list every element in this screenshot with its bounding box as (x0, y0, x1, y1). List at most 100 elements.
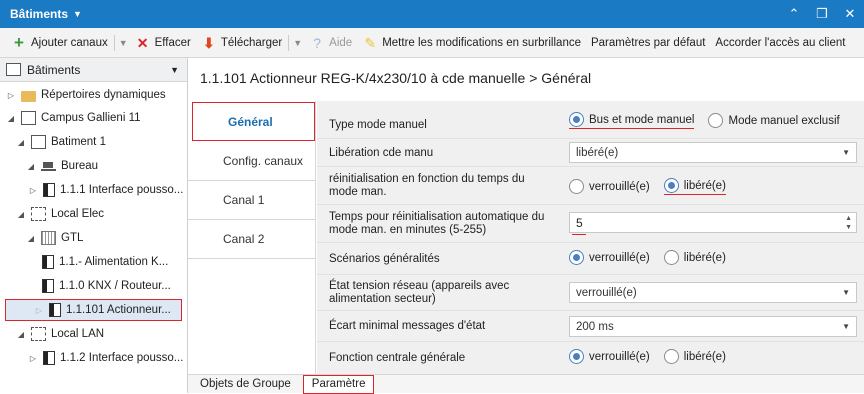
tab-label: Canal 2 (223, 232, 265, 246)
page-title: 1.1.101 Actionneur REG-K/4x230/10 à cde … (200, 70, 592, 86)
radio-selected-icon (663, 178, 679, 193)
close-icon[interactable]: ✕ (836, 0, 864, 28)
toolbar: + Ajouter canaux ▼ ✕ Effacer ⬇ Télécharg… (0, 28, 864, 58)
delete-button[interactable]: ✕ Effacer (130, 31, 196, 55)
param-row-centrale: Fonction centrale générale verrouillé(e)… (317, 342, 864, 374)
collapse-icon[interactable]: ◢ (16, 330, 26, 339)
tree-node-local-elec[interactable]: ◢ Local Elec (16, 203, 104, 225)
param-row-ecart: Écart minimal messages d'état 200 ms ▼ (317, 311, 864, 342)
radio-centrale-locked[interactable]: verrouillé(e) (569, 349, 650, 364)
download-dropdown[interactable]: ▼ (288, 34, 304, 51)
stepper-down-icon[interactable]: ▼ (845, 223, 852, 232)
radio-label: Mode manuel exclusif (728, 114, 840, 127)
collapse-icon[interactable]: ◢ (16, 138, 26, 147)
tree-node-label: 1.1.2 Interface pousso... (60, 352, 184, 364)
liberation-select[interactable]: libéré(e) ▼ (569, 142, 857, 163)
radio-selected-icon (569, 250, 584, 265)
tree-node-label: GTL (61, 232, 84, 244)
help-button[interactable]: ? Aide (304, 31, 357, 55)
param-label: Libération cde manu (329, 147, 434, 159)
stepper-up-icon[interactable]: ▲ (845, 214, 852, 223)
tab-channel-2[interactable]: Canal 2 (188, 220, 316, 259)
radio-label: libéré(e) (683, 179, 726, 192)
content-panel: 1.1.101 Actionneur REG-K/4x230/10 à cde … (188, 58, 864, 394)
collapse-icon[interactable]: ◢ (26, 234, 36, 243)
expand-icon[interactable]: ▷ (28, 354, 38, 363)
param-label: Temps pour réinitialisation automatique … (329, 211, 545, 236)
add-channels-dropdown[interactable]: ▼ (113, 34, 130, 51)
cabinet-icon (41, 231, 56, 245)
param-label: réinitialisation en fonction du temps du… (329, 173, 525, 198)
param-row-liberation: Libération cde manu libéré(e) ▼ (317, 139, 864, 167)
tree-node-device-1-1-1[interactable]: ▷ 1.1.1 Interface pousso... (28, 179, 183, 201)
tree-node-gtl[interactable]: ◢ GTL (26, 227, 83, 249)
radio-icon (663, 349, 679, 364)
tree-node-label: 1.1.0 KNX / Routeur... (59, 280, 171, 292)
temps-number-input[interactable]: 5 ▲ ▼ (569, 212, 857, 235)
expand-icon[interactable]: ▷ (34, 306, 44, 315)
param-label: Scénarios généralités (329, 253, 440, 265)
buildings-panel-header[interactable]: Bâtiments ▼ (0, 58, 187, 82)
tree-node-device-actionneur[interactable]: ▷ 1.1.101 Actionneur... (5, 299, 182, 321)
param-row-temps: Temps pour réinitialisation automatique … (317, 205, 864, 243)
number-value: 5 (576, 215, 583, 230)
select-value: verrouillé(e) (576, 286, 637, 299)
tab-channel-1[interactable]: Canal 1 (188, 181, 316, 220)
tree-node-device-router[interactable]: 1.1.0 KNX / Routeur... (42, 275, 171, 297)
tree-node-dynamic-folders[interactable]: ▷ Répertoires dynamiques (6, 84, 166, 106)
add-channels-button[interactable]: + Ajouter canaux (6, 31, 113, 55)
radio-reinit-free[interactable]: libéré(e) (663, 178, 726, 195)
bottom-tabs: Objets de Groupe Paramètre (188, 374, 864, 394)
tree-node-building-1[interactable]: ◢ Batiment 1 (16, 131, 106, 153)
tree-node-device-alimentation[interactable]: 1.1.- Alimentation K... (42, 251, 168, 273)
tree-node-bureau[interactable]: ◢ Bureau (26, 155, 98, 177)
tree-node-device-1-1-2[interactable]: ▷ 1.1.2 Interface pousso... (28, 347, 183, 369)
client-access-button[interactable]: Accorder l'accès au client (710, 31, 850, 55)
radio-reinit-locked[interactable]: verrouillé(e) (569, 179, 650, 194)
tension-select[interactable]: verrouillé(e) ▼ (569, 282, 857, 303)
param-label: Fonction centrale générale (329, 352, 466, 364)
param-label: Écart minimal messages d'état (329, 320, 486, 332)
parameter-tabs: Général Config. canaux Canal 1 Canal 2 (188, 101, 316, 374)
radio-label: verrouillé(e) (589, 180, 650, 193)
radio-manual-exclusive[interactable]: Mode manuel exclusif (708, 113, 840, 128)
chevron-down-icon: ▼ (842, 322, 850, 331)
window-title-menu[interactable]: Bâtiments ▼ (0, 7, 82, 21)
expand-icon[interactable]: ▷ (28, 186, 38, 195)
collapse-icon[interactable]: ◢ (16, 210, 26, 219)
default-params-button[interactable]: Paramètres par défaut (586, 31, 710, 55)
delete-icon: ✕ (136, 34, 149, 51)
radio-centrale-free[interactable]: libéré(e) (663, 349, 726, 364)
expand-icon[interactable]: ▷ (6, 91, 16, 100)
radio-bus-and-manual[interactable]: Bus et mode manuel (569, 112, 695, 129)
tab-label: Paramètre (311, 378, 366, 390)
delete-label: Effacer (154, 36, 191, 49)
pin-icon[interactable]: ⌃ (780, 0, 808, 28)
radio-label: Bus et mode manuel (589, 113, 695, 126)
tab-group-objects[interactable]: Objets de Groupe (192, 375, 299, 394)
collapse-icon[interactable]: ◢ (26, 162, 36, 171)
restore-icon[interactable]: ❐ (808, 0, 836, 28)
collapse-icon[interactable]: ◢ (6, 114, 16, 123)
tab-general[interactable]: Général (192, 102, 315, 141)
param-row-reinit: réinitialisation en fonction du temps du… (317, 167, 864, 205)
tree-node-label: Répertoires dynamiques (41, 89, 166, 101)
ecart-select[interactable]: 200 ms ▼ (569, 316, 857, 337)
radio-scenarios-free[interactable]: libéré(e) (663, 250, 726, 265)
radio-scenarios-locked[interactable]: verrouillé(e) (569, 250, 650, 265)
tree-node-label: Local LAN (51, 328, 105, 340)
title-bar: Bâtiments ▼ ⌃ ❐ ✕ (0, 0, 864, 28)
device-icon (43, 183, 55, 197)
radio-selected-icon (569, 112, 584, 127)
tree-node-campus[interactable]: ◢ Campus Gallieni 11 (6, 107, 141, 129)
download-button[interactable]: ⬇ Télécharger (196, 31, 287, 55)
tree-node-local-lan[interactable]: ◢ Local LAN (16, 323, 104, 345)
stepper[interactable]: ▲ ▼ (845, 214, 852, 232)
highlight-changes-button[interactable]: ✎ Mettre les modifications en surbrillan… (357, 31, 586, 55)
panel-title: Bâtiments (27, 62, 81, 77)
tab-parameter[interactable]: Paramètre (302, 374, 375, 394)
chevron-down-icon: ▼ (170, 64, 179, 75)
campus-icon (21, 111, 36, 125)
tab-config-channels[interactable]: Config. canaux (188, 142, 316, 181)
window-title: Bâtiments (10, 7, 69, 21)
